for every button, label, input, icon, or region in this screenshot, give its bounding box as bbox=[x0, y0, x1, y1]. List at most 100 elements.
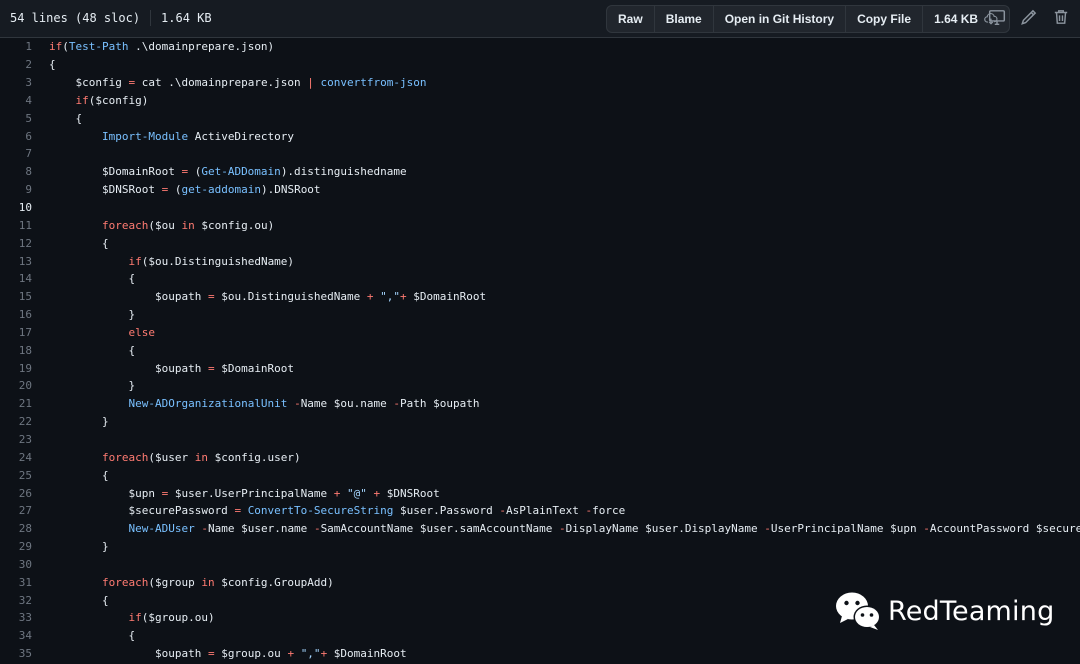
code-text: { bbox=[49, 58, 56, 72]
line-number[interactable]: 12 bbox=[0, 237, 32, 250]
code-line: 4 if($config) bbox=[0, 92, 1080, 110]
code-line: 19 $oupath = $DomainRoot bbox=[0, 359, 1080, 377]
monitor-icon[interactable] bbox=[988, 8, 1006, 26]
code-line: 30 bbox=[0, 555, 1080, 573]
line-number[interactable]: 25 bbox=[0, 469, 32, 482]
code-text: New-ADUser -Name $user.name -SamAccountN… bbox=[128, 522, 1080, 536]
code-line: 20 } bbox=[0, 377, 1080, 395]
code-line: 12 { bbox=[0, 234, 1080, 252]
line-number[interactable]: 19 bbox=[0, 362, 32, 375]
line-number[interactable]: 18 bbox=[0, 344, 32, 357]
code-text: if(Test-Path .\domainprepare.json) bbox=[49, 40, 275, 54]
line-number[interactable]: 26 bbox=[0, 487, 32, 500]
code-text: foreach($group in $config.GroupAdd) bbox=[101, 575, 334, 589]
code-text: New-ADOrganizationalUnit -Name $ou.name … bbox=[128, 397, 480, 411]
code-line: 3 $config = cat .\domainprepare.json | c… bbox=[0, 74, 1080, 92]
code-line: 24 foreach($user in $config.user) bbox=[0, 448, 1080, 466]
file-size: 1.64 KB bbox=[161, 11, 212, 25]
code-text: $oupath = $group.ou + ","+ $DomainRoot bbox=[49, 647, 407, 661]
code-line: 9 $DNSRoot = (get-addomain).DNSRoot bbox=[0, 181, 1080, 199]
line-number[interactable]: 23 bbox=[0, 433, 32, 446]
code-text: { bbox=[49, 468, 109, 482]
blame-button[interactable]: Blame bbox=[655, 6, 714, 32]
code-line: 31 foreach($group in $config.GroupAdd) bbox=[0, 573, 1080, 591]
code-line: 29 } bbox=[0, 538, 1080, 556]
code-text: } bbox=[49, 540, 109, 554]
code-text: } bbox=[49, 308, 136, 322]
code-text: { bbox=[49, 272, 136, 286]
code-text: $upn = $user.UserPrincipalName + "@" + $… bbox=[49, 486, 440, 500]
trash-icon[interactable] bbox=[1052, 8, 1070, 26]
code-text: } bbox=[49, 379, 136, 393]
line-number[interactable]: 4 bbox=[0, 94, 32, 107]
line-number[interactable]: 13 bbox=[0, 255, 32, 268]
line-number[interactable]: 35 bbox=[0, 647, 32, 660]
code-text: $oupath = $ou.DistinguishedName + ","+ $… bbox=[49, 290, 487, 304]
line-number[interactable]: 16 bbox=[0, 308, 32, 321]
watermark: RedTeaming bbox=[834, 590, 1054, 632]
file-meta: 54 lines (48 sloc) 1.64 KB bbox=[10, 0, 212, 36]
code-line: 8 $DomainRoot = (Get-ADDomain).distingui… bbox=[0, 163, 1080, 181]
code-text: else bbox=[128, 325, 155, 339]
code-text: { bbox=[49, 236, 109, 250]
code-text: Import-Module ActiveDirectory bbox=[101, 129, 295, 143]
download-size-label: 1.64 KB bbox=[934, 12, 979, 26]
line-number[interactable]: 31 bbox=[0, 576, 32, 589]
line-number[interactable]: 11 bbox=[0, 219, 32, 232]
file-header: 54 lines (48 sloc) 1.64 KB Raw Blame Ope… bbox=[0, 0, 1080, 38]
code-text: $DomainRoot = (Get-ADDomain).distinguish… bbox=[49, 165, 407, 179]
code-line: 17 else bbox=[0, 324, 1080, 342]
code-line: 25 { bbox=[0, 466, 1080, 484]
code-line: 26 $upn = $user.UserPrincipalName + "@" … bbox=[0, 484, 1080, 502]
line-number[interactable]: 22 bbox=[0, 415, 32, 428]
line-number[interactable]: 32 bbox=[0, 594, 32, 607]
line-number[interactable]: 17 bbox=[0, 326, 32, 339]
pencil-icon[interactable] bbox=[1020, 8, 1038, 26]
code-line: 28 New-ADUser -Name $user.name -SamAccou… bbox=[0, 520, 1080, 538]
code-line: 14 { bbox=[0, 270, 1080, 288]
line-number[interactable]: 33 bbox=[0, 611, 32, 624]
line-number[interactable]: 29 bbox=[0, 540, 32, 553]
code-line: 1 if(Test-Path .\domainprepare.json) bbox=[0, 38, 1080, 56]
line-number[interactable]: 6 bbox=[0, 130, 32, 143]
line-number[interactable]: 21 bbox=[0, 397, 32, 410]
line-number[interactable]: 1 bbox=[0, 40, 32, 53]
watermark-text: RedTeaming bbox=[888, 595, 1055, 627]
code-line: 13 if($ou.DistinguishedName) bbox=[0, 252, 1080, 270]
code-line: 35 $oupath = $group.ou + ","+ $DomainRoo… bbox=[0, 645, 1080, 663]
line-number[interactable]: 24 bbox=[0, 451, 32, 464]
open-git-history-button[interactable]: Open in Git History bbox=[714, 6, 847, 32]
line-number[interactable]: 7 bbox=[0, 147, 32, 160]
line-number[interactable]: 15 bbox=[0, 290, 32, 303]
copy-file-button[interactable]: Copy File bbox=[846, 6, 924, 32]
code-line: 16 } bbox=[0, 306, 1080, 324]
code-line: 18 { bbox=[0, 341, 1080, 359]
code-line: 23 bbox=[0, 431, 1080, 449]
raw-button[interactable]: Raw bbox=[607, 6, 655, 32]
code-line: 2{ bbox=[0, 56, 1080, 74]
code-line: 7 bbox=[0, 145, 1080, 163]
code-text: } bbox=[49, 415, 109, 429]
code-text: if($group.ou) bbox=[128, 611, 215, 625]
line-number[interactable]: 14 bbox=[0, 272, 32, 285]
line-number[interactable]: 10 bbox=[0, 201, 32, 214]
line-number[interactable]: 28 bbox=[0, 522, 32, 535]
file-tools bbox=[988, 8, 1070, 26]
code-text: { bbox=[49, 343, 136, 357]
line-number[interactable]: 30 bbox=[0, 558, 32, 571]
line-number[interactable]: 3 bbox=[0, 76, 32, 89]
line-number[interactable]: 27 bbox=[0, 504, 32, 517]
line-number[interactable]: 9 bbox=[0, 183, 32, 196]
line-number[interactable]: 2 bbox=[0, 58, 32, 71]
code-text: { bbox=[49, 111, 83, 125]
code-line: 6 Import-Module ActiveDirectory bbox=[0, 127, 1080, 145]
code-text: $oupath = $DomainRoot bbox=[49, 361, 295, 375]
line-number[interactable]: 20 bbox=[0, 379, 32, 392]
code-line: 10 bbox=[0, 199, 1080, 217]
code-line: 5 { bbox=[0, 109, 1080, 127]
line-number[interactable]: 34 bbox=[0, 629, 32, 642]
code-text: if($ou.DistinguishedName) bbox=[128, 254, 295, 268]
line-number[interactable]: 5 bbox=[0, 112, 32, 125]
code-text: { bbox=[49, 593, 109, 607]
line-number[interactable]: 8 bbox=[0, 165, 32, 178]
